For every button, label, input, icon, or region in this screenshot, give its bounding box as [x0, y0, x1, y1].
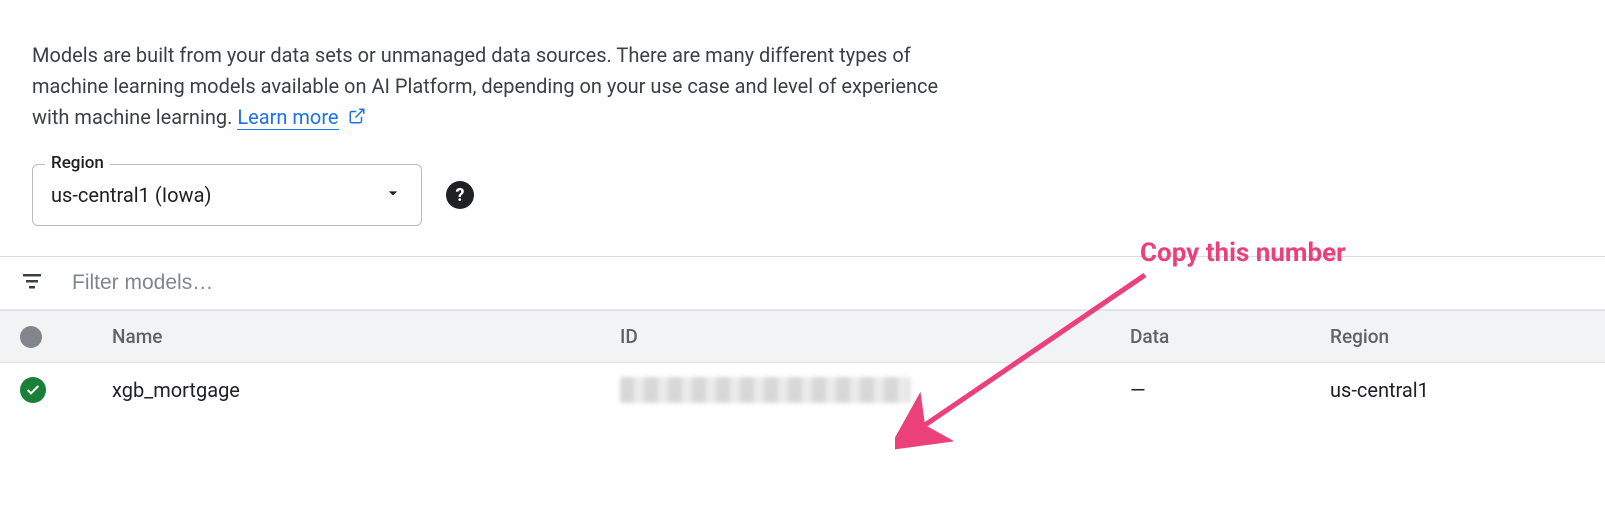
- table-row[interactable]: xgb_mortgage — us-central1: [0, 363, 1605, 417]
- model-data: —: [1130, 378, 1330, 402]
- check-icon: [20, 377, 46, 403]
- column-header-name[interactable]: Name: [90, 325, 620, 348]
- description-body: Models are built from your data sets or …: [32, 43, 938, 129]
- model-region: us-central1: [1330, 378, 1585, 402]
- status-header-dot: [20, 326, 42, 348]
- table-header: Name ID Data Region: [0, 310, 1605, 363]
- chevron-down-icon: [383, 183, 403, 207]
- model-name: xgb_mortgage: [90, 378, 620, 402]
- region-value: us-central1 (Iowa): [51, 183, 383, 207]
- filter-icon: [20, 269, 44, 297]
- external-link-icon: [348, 103, 366, 134]
- column-header-data[interactable]: Data: [1130, 325, 1330, 348]
- description-text: Models are built from your data sets or …: [0, 0, 990, 154]
- column-header-region[interactable]: Region: [1330, 325, 1585, 348]
- model-id-redacted: [620, 377, 910, 403]
- help-icon[interactable]: ?: [446, 181, 474, 209]
- filter-bar: [0, 256, 1605, 310]
- region-label: Region: [45, 153, 110, 173]
- column-header-id[interactable]: ID: [620, 325, 1130, 348]
- filter-input[interactable]: [72, 271, 1585, 295]
- learn-more-link[interactable]: Learn more: [237, 105, 338, 130]
- region-select[interactable]: Region us-central1 (Iowa): [32, 164, 422, 226]
